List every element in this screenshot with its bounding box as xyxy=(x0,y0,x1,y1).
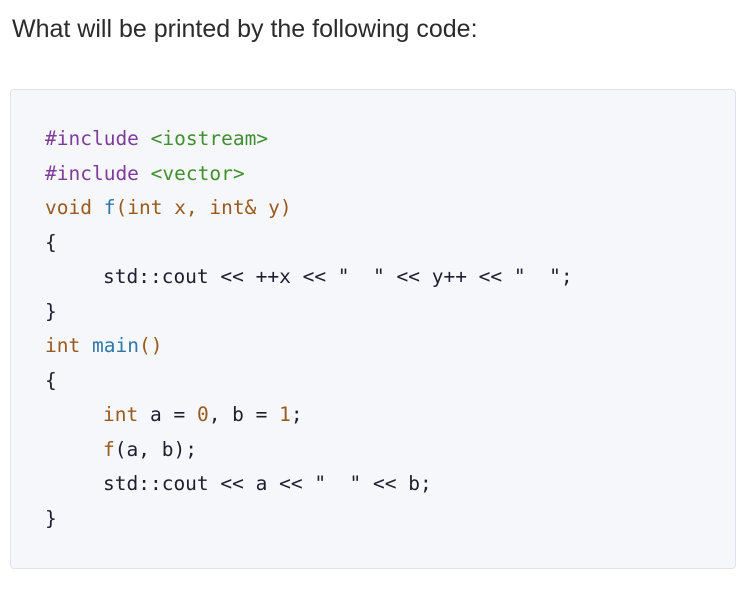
code-token-plain: { xyxy=(45,230,57,254)
code-token-func-name: main xyxy=(91,334,139,357)
code-line: f(a, b); xyxy=(45,433,573,468)
code-token-keyword: y) xyxy=(256,196,292,219)
code-token-preproc: #include xyxy=(45,127,139,150)
code-line: int main() xyxy=(45,329,573,364)
code-token-keyword: ( xyxy=(115,196,128,219)
code-line: void f(int x, int& y) xyxy=(45,191,573,226)
code-token-preproc: #include xyxy=(45,161,139,185)
code-token-keyword: x, xyxy=(162,196,210,219)
code-line: #include <iostream> xyxy=(45,122,573,157)
code-token-number: 1 xyxy=(279,403,291,426)
code-token-keyword: int xyxy=(127,196,163,219)
code-line: int a = 0, b = 1; xyxy=(45,398,573,433)
code-token-func-name: f xyxy=(103,196,116,219)
code-token-plain: , b = xyxy=(208,403,280,426)
code-token-keyword: () xyxy=(138,334,163,357)
code-token-keyword: int xyxy=(45,334,81,357)
code-token-plain: std::cout << ++x << " " << y++ << " "; xyxy=(103,265,573,288)
code-token-plain: { xyxy=(45,368,57,392)
code-token-number: 0 xyxy=(196,403,209,426)
code-token-plain: (a, b); xyxy=(114,437,197,461)
code-token-plain: ; xyxy=(290,403,303,426)
code-token-keyword: int& xyxy=(209,196,257,219)
code-block: #include <iostream> #include <vector> void… xyxy=(45,122,573,536)
code-line: { xyxy=(45,226,573,261)
code-token-keyword: int xyxy=(103,403,139,426)
code-line: #include <vector> xyxy=(45,157,573,192)
code-line: { xyxy=(45,364,573,399)
code-line: } xyxy=(45,502,573,537)
code-token-plain: } xyxy=(45,299,57,323)
code-token-header: <iostream> xyxy=(150,127,269,150)
code-token-keyword: void xyxy=(45,196,92,219)
code-line: std::cout << ++x << " " << y++ << " "; xyxy=(45,260,573,295)
question-text: What will be printed by the following co… xyxy=(12,15,478,43)
code-token-plain: a = xyxy=(138,403,197,426)
code-line: std::cout << a << " " << b; xyxy=(45,467,573,502)
code-token-plain: } xyxy=(45,506,57,530)
code-token-keyword: f xyxy=(103,437,115,461)
code-token-header: <vector> xyxy=(150,161,245,185)
code-line: } xyxy=(45,295,573,330)
code-token-plain: std::cout << a << " " << b; xyxy=(103,472,432,495)
